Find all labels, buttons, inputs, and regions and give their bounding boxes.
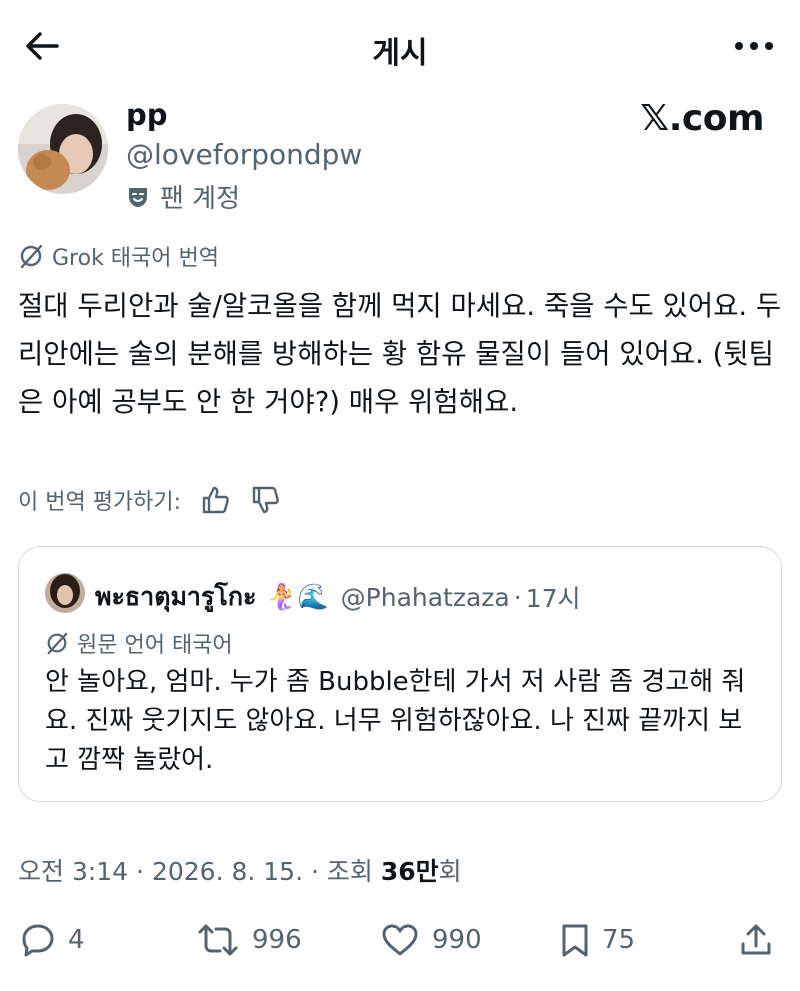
grok-icon bbox=[47, 632, 68, 655]
rate-translation: 이 번역 평가하기: bbox=[18, 480, 285, 520]
theater-mask-icon bbox=[129, 187, 147, 207]
more-horizontal-icon bbox=[735, 42, 773, 50]
fan-account-label: 팬 계정 bbox=[160, 184, 241, 214]
author-display-name[interactable]: pp bbox=[126, 98, 168, 132]
bookmark-count: 75 bbox=[602, 925, 636, 955]
bookmark-button[interactable]: 75 bbox=[560, 912, 635, 968]
avatar-image bbox=[18, 104, 108, 194]
post-meta: 오전 3:14 · 2026. 8. 15. · 조회 36만회 bbox=[18, 852, 462, 888]
heart-icon bbox=[382, 924, 418, 956]
thumbs-up-button[interactable] bbox=[195, 480, 235, 520]
meta-separator: · bbox=[136, 857, 152, 886]
share-button[interactable] bbox=[738, 912, 774, 968]
page-title: 게시 bbox=[372, 36, 428, 71]
repost-count: 996 bbox=[252, 925, 302, 955]
more-options-button[interactable] bbox=[728, 26, 780, 66]
quoted-language-text: 원문 언어 태국어 bbox=[77, 633, 233, 658]
avatar-image bbox=[45, 573, 85, 613]
share-icon bbox=[741, 924, 771, 955]
quoted-text: 안 놀아요, 엄마. 누가 좀 Bubble한테 가서 저 사람 좀 경고해 줘… bbox=[45, 667, 746, 775]
author-avatar[interactable] bbox=[18, 104, 108, 194]
thumbs-up-icon bbox=[202, 486, 229, 514]
views-suffix: 회 bbox=[438, 857, 462, 886]
translation-label: Grok 태국어 번역 bbox=[18, 240, 219, 272]
quoted-name-emoji: 🧜‍♀️🌊 bbox=[266, 582, 329, 611]
post-date[interactable]: 2026. 8. 15. bbox=[152, 857, 303, 886]
like-button[interactable]: 990 bbox=[380, 912, 482, 968]
quoted-header: พะธาตุมารูโกะ 🧜‍♀️🌊 @Phahatzaza · 17시 bbox=[95, 577, 581, 617]
action-bar: 4 996 990 75 bbox=[0, 912, 800, 968]
post-text: 절대 두리안과 술/알코올을 함께 먹지 마세요. 죽을 수도 있어요. 두리안… bbox=[18, 290, 782, 418]
translation-label-text: Grok 태국어 번역 bbox=[52, 246, 219, 271]
x-logo: 𝕏.com bbox=[640, 98, 764, 139]
quoted-author-avatar[interactable] bbox=[45, 573, 85, 613]
thumbs-down-button[interactable] bbox=[245, 480, 285, 520]
grok-icon bbox=[20, 244, 43, 269]
author-handle[interactable]: @loveforpondpw bbox=[126, 138, 362, 171]
reply-icon bbox=[22, 924, 54, 957]
quoted-post[interactable]: พะธาตุมารูโกะ 🧜‍♀️🌊 @Phahatzaza · 17시 원문… bbox=[18, 546, 782, 802]
views-count[interactable]: 36만 bbox=[381, 857, 439, 886]
thumbs-down-icon bbox=[252, 486, 279, 514]
meta-separator: · bbox=[310, 857, 327, 886]
quoted-separator: · bbox=[513, 582, 522, 612]
bookmark-icon bbox=[562, 924, 588, 957]
quoted-time: 17시 bbox=[525, 584, 581, 613]
reply-button[interactable]: 4 bbox=[20, 912, 85, 968]
post-time[interactable]: 오전 3:14 bbox=[18, 857, 128, 886]
quoted-handle[interactable]: @Phahatzaza bbox=[341, 583, 510, 612]
views-prefix: 조회 bbox=[326, 857, 373, 886]
repost-button[interactable]: 996 bbox=[196, 912, 302, 968]
quoted-display-name[interactable]: พะธาตุมารูโกะ bbox=[95, 577, 256, 617]
top-bar: 게시 bbox=[0, 0, 800, 92]
quoted-language-label: 원문 언어 태국어 bbox=[45, 627, 233, 659]
reply-count: 4 bbox=[68, 925, 85, 955]
repost-icon bbox=[198, 924, 238, 956]
fan-account-badge: 팬 계정 bbox=[126, 178, 240, 215]
like-count: 990 bbox=[432, 925, 482, 955]
rate-label: 이 번역 평가하기: bbox=[18, 490, 182, 515]
